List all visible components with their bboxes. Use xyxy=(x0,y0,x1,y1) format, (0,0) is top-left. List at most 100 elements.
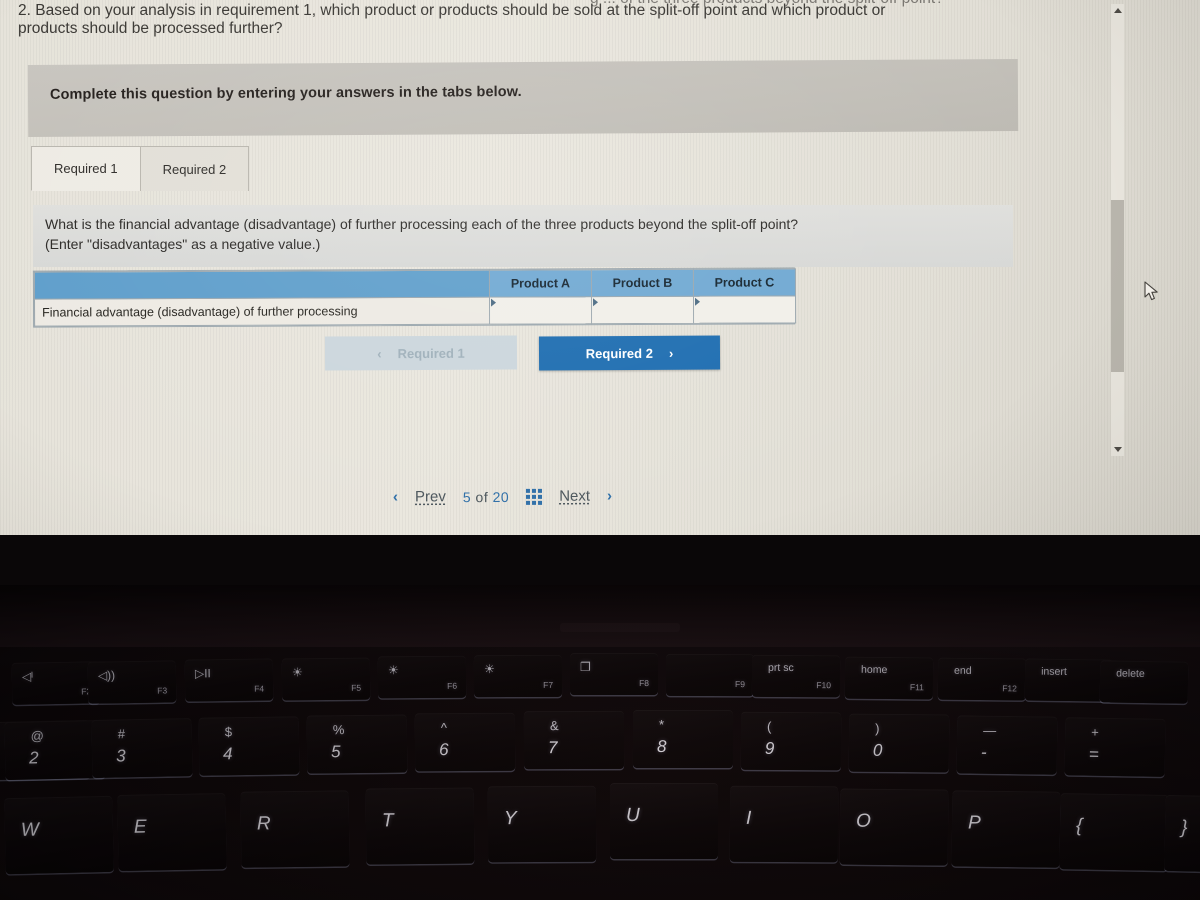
scroll-up-button[interactable] xyxy=(1111,4,1124,17)
hinge-vent xyxy=(560,623,680,632)
key-fn-label: F8 xyxy=(639,677,650,688)
key-5[interactable]: % 5 xyxy=(306,714,408,774)
key-u[interactable]: U xyxy=(609,782,719,860)
table-row: Financial advantage (disadvantage) of fu… xyxy=(34,295,796,327)
question-line-1: 2. Based on your analysis in requirement… xyxy=(18,2,886,19)
next-arrow-icon[interactable]: › xyxy=(607,488,612,505)
input-product-a[interactable] xyxy=(490,297,592,324)
prompt-panel: What is the financial advantage (disadva… xyxy=(33,205,1013,267)
key-number: 5 xyxy=(330,742,341,762)
key-f12[interactable]: end F12 xyxy=(937,657,1027,701)
key-2[interactable]: @2 xyxy=(4,719,106,781)
key-fn-label: F6 xyxy=(447,680,458,691)
key-glyph: ☀ xyxy=(387,663,399,678)
header-product-a: Product A xyxy=(489,269,592,298)
tab-required-2[interactable]: Required 2 xyxy=(139,146,250,191)
requirement-tabs: Required 1 Required 2 xyxy=(31,146,250,191)
question-header: g ... of the three products beyond the s… xyxy=(0,0,1200,46)
key-f8[interactable]: ❐ F8 xyxy=(569,652,659,696)
key-letter: } xyxy=(1180,817,1188,839)
scrollbar-thumb[interactable] xyxy=(1111,200,1124,372)
triangle-up-icon xyxy=(1113,8,1122,13)
key-f11[interactable]: home F11 xyxy=(844,656,934,700)
key-t[interactable]: T xyxy=(365,787,475,865)
prev-link[interactable]: Prev xyxy=(415,488,446,505)
key-delete[interactable]: delete xyxy=(1099,660,1189,704)
key-f4[interactable]: ▷II F4 xyxy=(184,658,274,702)
key-symbol: % xyxy=(332,722,345,738)
prev-arrow-icon[interactable]: ‹ xyxy=(393,488,398,505)
key-9[interactable]: (9 xyxy=(740,711,842,771)
vertical-scrollbar[interactable] xyxy=(1111,4,1124,456)
key-glyph: ◁)) xyxy=(97,668,116,683)
cell-product-a[interactable] xyxy=(489,296,592,325)
key-f9[interactable]: F9 xyxy=(665,653,755,697)
page-total: 20 xyxy=(492,488,510,505)
required-2-button[interactable]: Required 2 › xyxy=(538,335,721,371)
key-fn-label: F5 xyxy=(351,682,362,693)
key-symbol: @ xyxy=(30,728,45,744)
key-letter: E xyxy=(133,816,147,838)
chevron-left-icon: ‹ xyxy=(377,345,382,361)
header-product-c: Product C xyxy=(693,268,796,297)
key-6[interactable]: ^ 6 xyxy=(414,712,516,772)
key-p[interactable]: P xyxy=(951,790,1061,868)
answer-table-wrapper: Product A Product B Product C Financial … xyxy=(32,267,796,328)
page-of-label: of xyxy=(475,488,489,505)
next-link[interactable]: Next xyxy=(559,488,590,505)
answer-table-body: Financial advantage (disadvantage) of fu… xyxy=(34,295,796,327)
key-f6[interactable]: ☀ F6 xyxy=(377,655,467,699)
key-r[interactable]: R xyxy=(240,790,350,868)
instruction-banner: Complete this question by entering your … xyxy=(27,58,1019,138)
page-counter: 5 of 20 xyxy=(463,488,509,504)
key-o[interactable]: O xyxy=(839,788,949,866)
key-symbol: # xyxy=(117,726,126,742)
key-8[interactable]: * 8 xyxy=(632,709,734,769)
tab-required-1[interactable]: Required 1 xyxy=(31,146,141,191)
scroll-down-button[interactable] xyxy=(1111,443,1124,456)
key-}[interactable]: } xyxy=(1164,794,1200,874)
key-7[interactable]: & 7 xyxy=(523,710,625,770)
key-letter: T xyxy=(381,810,394,832)
key-f5[interactable]: ☀ F5 xyxy=(281,657,371,701)
key-{[interactable]: { xyxy=(1059,793,1169,871)
key-glyph: insert xyxy=(1041,665,1067,678)
key-3[interactable]: #3 xyxy=(91,718,193,778)
key-i[interactable]: I xyxy=(729,785,839,863)
key-number: 3 xyxy=(115,746,126,766)
grid-view-icon[interactable] xyxy=(526,488,543,505)
key-y[interactable]: Y xyxy=(487,785,597,863)
prompt-line-2: (Enter "disadvantages" as a negative val… xyxy=(45,236,321,252)
key-f10[interactable]: prt sc F10 xyxy=(751,654,841,698)
input-product-c[interactable] xyxy=(693,296,796,323)
key-=[interactable]: + = xyxy=(1064,717,1166,777)
key-letter: R xyxy=(256,813,271,835)
key--[interactable]: — - xyxy=(956,715,1058,775)
key-glyph: ☀ xyxy=(291,665,303,680)
key-fn-label: F10 xyxy=(816,680,831,691)
key-letter: I xyxy=(745,807,752,829)
key-w[interactable]: W xyxy=(4,795,114,875)
screenshot-root: g ... of the three products beyond the s… xyxy=(0,0,1200,900)
key-e[interactable]: E xyxy=(117,793,227,871)
key-number: 9 xyxy=(764,738,775,758)
triangle-down-icon xyxy=(1113,447,1122,452)
key-f7[interactable]: ☀ F7 xyxy=(473,654,563,698)
cell-product-c[interactable] xyxy=(693,295,796,324)
key-glyph: home xyxy=(861,663,888,676)
cell-product-b[interactable] xyxy=(591,296,694,324)
cell-marker-icon xyxy=(491,298,497,307)
key-symbol: * xyxy=(659,716,665,732)
tab-required-2-label: Required 2 xyxy=(162,161,227,177)
required-2-button-label: Required 2 xyxy=(585,345,653,361)
key-number: = xyxy=(1088,744,1099,764)
key-letter: P xyxy=(967,812,981,834)
key-number: 0 xyxy=(872,740,883,760)
required-1-button[interactable]: ‹ Required 1 xyxy=(324,335,518,371)
input-product-b[interactable] xyxy=(592,296,694,324)
key-0[interactable]: ) 0 xyxy=(848,713,950,773)
key-4[interactable]: $4 xyxy=(198,716,300,776)
answer-table-head: Product A Product B Product C xyxy=(34,268,796,300)
answer-table: Product A Product B Product C Financial … xyxy=(34,268,796,327)
key-f3[interactable]: ◁)) F3 xyxy=(87,660,177,704)
